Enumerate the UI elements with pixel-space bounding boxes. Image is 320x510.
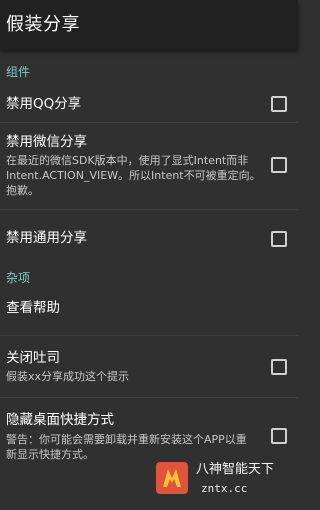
category-components: 组件 xyxy=(0,50,298,86)
app-bar: 假装分享 xyxy=(0,0,298,50)
disable-wechat-checkbox[interactable] xyxy=(271,157,287,173)
disable-generic-checkbox[interactable] xyxy=(271,231,287,247)
category-label: 杂项 xyxy=(6,271,31,285)
close-toast-checkbox[interactable] xyxy=(271,359,287,375)
category-misc: 杂项 xyxy=(0,266,298,292)
pref-disable-wechat-share[interactable]: 禁用微信分享 在最近的微信SDK版本中，使用了显式Intent而非Intent.… xyxy=(0,123,298,210)
category-label: 组件 xyxy=(6,65,31,79)
pref-title: 查看帮助 xyxy=(6,300,60,316)
hide-shortcut-checkbox[interactable] xyxy=(271,428,287,444)
preference-list[interactable]: 组件 禁用QQ分享 禁用微信分享 在最近的微信SDK版本中，使用了显式Inten… xyxy=(0,50,298,478)
pref-disable-generic-share[interactable]: 禁用通用分享 xyxy=(0,210,298,266)
pref-title: 禁用微信分享 xyxy=(6,134,87,150)
pref-title: 禁用通用分享 xyxy=(6,230,87,246)
watermark-text: 八神智能天下 xyxy=(196,462,275,477)
pref-title: 隐藏桌面快捷方式 xyxy=(6,412,114,428)
pref-summary: 假装xx分享成功这个提示 xyxy=(6,370,130,383)
pref-view-help[interactable]: 查看帮助 xyxy=(0,292,298,336)
watermark-url: zntx.cc xyxy=(201,482,248,495)
watermark-logo-icon xyxy=(156,462,188,494)
disable-qq-checkbox[interactable] xyxy=(271,96,287,112)
page-title: 假装分享 xyxy=(6,14,80,35)
pref-title: 禁用QQ分享 xyxy=(6,96,82,112)
pref-summary: 在最近的微信SDK版本中，使用了显式Intent而非Intent.ACTION_… xyxy=(6,154,261,197)
pref-title: 关闭吐司 xyxy=(6,350,60,366)
pref-close-toast[interactable]: 关闭吐司 假装xx分享成功这个提示 xyxy=(0,336,298,398)
watermark: 八神智能天下 zntx.cc xyxy=(151,452,298,502)
pref-disable-qq-share[interactable]: 禁用QQ分享 xyxy=(0,86,298,123)
